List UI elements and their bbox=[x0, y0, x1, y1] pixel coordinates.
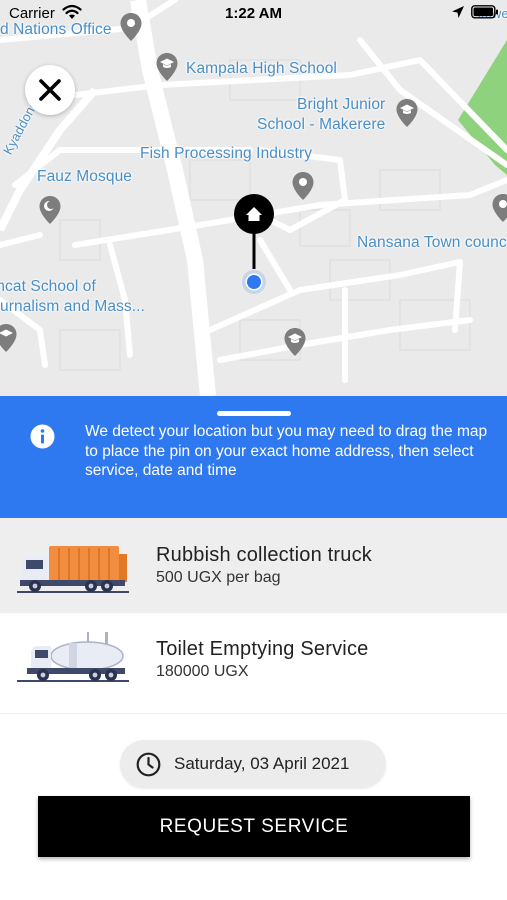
map-poi-icon[interactable] bbox=[491, 193, 507, 223]
status-time: 1:22 AM bbox=[225, 5, 282, 22]
selected-date: Saturday, 03 April 2021 bbox=[174, 754, 350, 773]
info-banner: We detect your location but you may need… bbox=[0, 396, 507, 518]
map-label: Nansana Town counc bbox=[357, 234, 507, 251]
mosque-icon[interactable] bbox=[38, 195, 62, 225]
map-label: Fauz Mosque bbox=[37, 168, 133, 185]
service-price: 180000 UGX bbox=[156, 663, 249, 680]
battery-icon bbox=[471, 5, 498, 19]
map-label: mcat School of bbox=[0, 278, 96, 295]
service-name: Rubbish collection truck bbox=[156, 544, 373, 566]
close-icon bbox=[39, 79, 61, 101]
home-pin[interactable] bbox=[234, 194, 274, 294]
map-label: urnalism and Mass... bbox=[0, 298, 145, 315]
service-name: Toilet Emptying Service bbox=[156, 638, 369, 660]
info-icon bbox=[30, 424, 55, 449]
map-label: Bright Junior bbox=[297, 96, 386, 113]
map-poi-icon[interactable] bbox=[291, 171, 315, 201]
map-label: Kampala High School bbox=[186, 60, 337, 77]
drag-handle[interactable] bbox=[217, 411, 291, 416]
location-arrow-icon bbox=[452, 6, 464, 18]
school-icon[interactable] bbox=[395, 98, 419, 128]
info-message: We detect your location but you may need… bbox=[85, 423, 488, 479]
vacuum-truck-icon bbox=[17, 632, 129, 682]
request-service-button[interactable]: REQUEST SERVICE bbox=[38, 796, 470, 857]
school-icon[interactable] bbox=[155, 52, 179, 82]
school-icon[interactable] bbox=[283, 327, 307, 357]
date-picker-button[interactable]: Saturday, 03 April 2021 bbox=[120, 740, 386, 788]
school-icon[interactable] bbox=[0, 323, 18, 353]
service-option-toilet[interactable]: Toilet Emptying Service 180000 UGX bbox=[0, 612, 507, 714]
map-label: School - Makerere bbox=[257, 116, 386, 133]
close-button[interactable] bbox=[25, 65, 75, 115]
map-view[interactable]: d Nations Office Kampala High School Bri… bbox=[0, 0, 507, 396]
rubbish-truck-icon bbox=[17, 546, 129, 593]
status-bar: Carrier 1:22 AM bbox=[0, 0, 507, 28]
service-price: 500 UGX per bag bbox=[156, 569, 281, 586]
service-option-rubbish[interactable]: Rubbish collection truck 500 UGX per bag bbox=[0, 518, 507, 613]
map-label: Fish Processing Industry bbox=[140, 145, 313, 162]
clock-icon bbox=[136, 752, 161, 777]
